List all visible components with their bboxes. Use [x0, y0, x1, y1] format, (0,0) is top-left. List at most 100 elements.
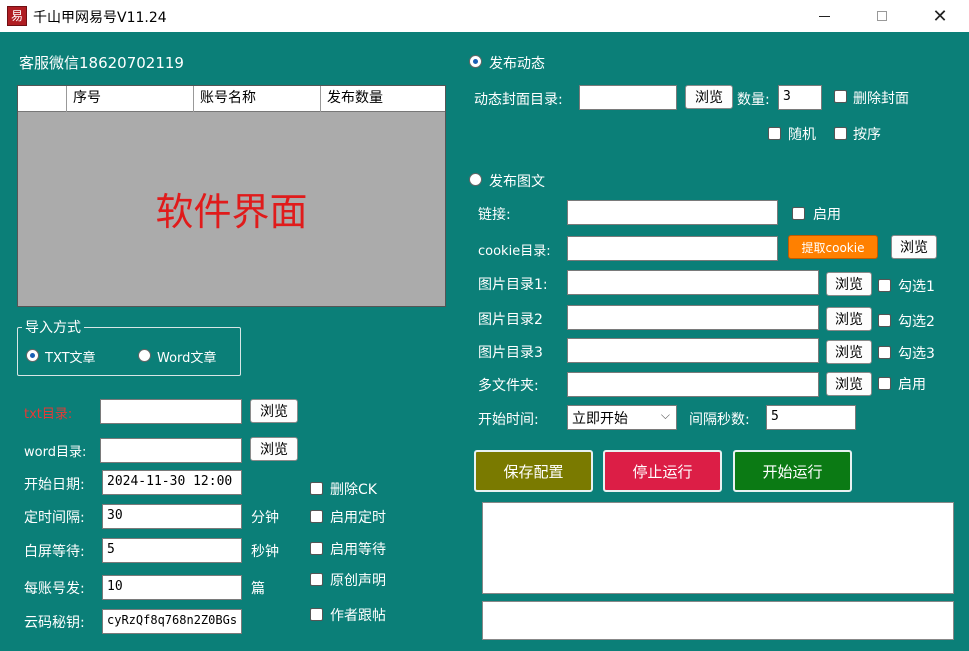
per-account-input[interactable]: 10: [102, 575, 242, 600]
delete-cover-checkbox[interactable]: [834, 90, 847, 103]
enable-wait-label: 启用等待: [330, 542, 386, 558]
stop-run-button[interactable]: 停止运行: [603, 450, 722, 492]
minimize-icon: [818, 15, 830, 17]
check-3-label: 勾选3: [898, 346, 935, 362]
interval-label: 定时间隔:: [24, 510, 85, 526]
interval-seconds-input[interactable]: 5: [766, 405, 856, 430]
wait-label: 白屏等待:: [24, 544, 85, 560]
per-account-unit: 篇: [251, 581, 265, 597]
enable-timer-checkbox[interactable]: [310, 510, 323, 523]
txt-dir-browse-button[interactable]: 浏览: [250, 399, 298, 423]
image-dir-3-browse-button[interactable]: 浏览: [826, 340, 872, 364]
word-dir-browse-button[interactable]: 浏览: [250, 437, 298, 461]
count-input[interactable]: 3: [778, 85, 822, 110]
maximize-button[interactable]: [859, 0, 905, 32]
publish-dynamic-label: 发布动态: [489, 56, 545, 72]
publish-article-radio[interactable]: [469, 173, 482, 186]
count-label: 数量:: [737, 92, 770, 108]
txt-dir-input[interactable]: [100, 399, 242, 424]
per-account-label: 每账号发:: [24, 581, 85, 597]
publish-dynamic-radio[interactable]: [469, 55, 482, 68]
table-header-index[interactable]: 序号: [66, 86, 193, 112]
author-follow-checkbox[interactable]: [310, 608, 323, 621]
original-declaration-label: 原创声明: [330, 573, 386, 589]
import-method-legend: 导入方式: [22, 317, 84, 337]
image-dir-3-label: 图片目录3: [478, 345, 543, 361]
enable-timer-label: 启用定时: [330, 510, 386, 526]
wait-unit: 秒钟: [251, 544, 279, 560]
delete-ck-label: 删除CK: [330, 482, 377, 498]
table-header: 序号 账号名称 发布数量: [18, 86, 445, 112]
multi-folder-enable-label: 启用: [898, 377, 926, 393]
cookie-dir-input[interactable]: [567, 236, 778, 261]
image-dir-2-browse-button[interactable]: 浏览: [826, 307, 872, 331]
txt-dir-label: txt目录:: [24, 407, 73, 422]
link-input[interactable]: [567, 200, 778, 225]
txt-article-radio[interactable]: [26, 349, 39, 362]
wait-input[interactable]: 5: [102, 538, 242, 563]
close-icon: ✕: [932, 5, 948, 27]
random-checkbox[interactable]: [768, 127, 781, 140]
table-header-account-name[interactable]: 账号名称: [193, 86, 320, 112]
interval-input[interactable]: 30: [102, 504, 242, 529]
start-date-input[interactable]: 2024-11-30 12:00: [102, 470, 242, 495]
check-1-label: 勾选1: [898, 279, 935, 295]
chevron-down-icon: ⌵: [660, 408, 670, 422]
delete-ck-checkbox[interactable]: [310, 482, 323, 495]
table-header-publish-count[interactable]: 发布数量: [320, 86, 445, 112]
window-title: 千山甲网易号V11.24: [33, 10, 167, 26]
word-dir-label: word目录:: [24, 445, 87, 460]
interval-seconds-label: 间隔秒数:: [689, 412, 750, 428]
check-2-label: 勾选2: [898, 314, 935, 330]
image-dir-1-input[interactable]: [567, 270, 819, 295]
start-time-label: 开始时间:: [478, 412, 539, 428]
original-declaration-checkbox[interactable]: [310, 573, 323, 586]
multi-folder-input[interactable]: [567, 372, 819, 397]
random-label: 随机: [788, 127, 816, 143]
link-enable-checkbox[interactable]: [792, 207, 805, 220]
check-3-checkbox[interactable]: [878, 346, 891, 359]
start-date-label: 开始日期:: [24, 477, 85, 493]
cookie-dir-label: cookie目录:: [478, 244, 551, 259]
image-dir-2-input[interactable]: [567, 305, 819, 330]
multi-folder-browse-button[interactable]: 浏览: [826, 372, 872, 396]
image-dir-3-input[interactable]: [567, 338, 819, 363]
in-order-label: 按序: [853, 127, 881, 143]
save-config-button[interactable]: 保存配置: [474, 450, 593, 492]
enable-wait-checkbox[interactable]: [310, 542, 323, 555]
author-follow-label: 作者跟帖: [330, 608, 386, 624]
cookie-browse-button[interactable]: 浏览: [891, 235, 937, 259]
link-label: 链接:: [478, 207, 511, 223]
word-article-radio[interactable]: [138, 349, 151, 362]
image-dir-2-label: 图片目录2: [478, 312, 543, 328]
check-2-checkbox[interactable]: [878, 314, 891, 327]
image-dir-1-browse-button[interactable]: 浏览: [826, 272, 872, 296]
start-time-value: 立即开始: [572, 411, 628, 427]
multi-folder-label: 多文件夹:: [478, 378, 539, 394]
word-dir-input[interactable]: [100, 438, 242, 463]
start-run-button[interactable]: 开始运行: [733, 450, 852, 492]
title-bar: 易 千山甲网易号V11.24 ✕: [0, 0, 969, 32]
delete-cover-label: 删除封面: [853, 91, 909, 107]
extract-cookie-button[interactable]: 提取cookie: [788, 235, 878, 259]
cover-dir-input[interactable]: [579, 85, 677, 110]
captcha-key-label: 云码秘钥:: [24, 615, 85, 631]
log-output-area[interactable]: [482, 502, 954, 594]
in-order-checkbox[interactable]: [834, 127, 847, 140]
cover-dir-browse-button[interactable]: 浏览: [685, 85, 733, 109]
cover-dir-label: 动态封面目录:: [474, 92, 563, 108]
software-interface-watermark: 软件界面: [155, 190, 308, 234]
status-output-area[interactable]: [482, 601, 954, 640]
close-button[interactable]: ✕: [917, 0, 963, 32]
captcha-key-input[interactable]: cyRzQf8q768n2Z0BGs: [102, 609, 242, 634]
table-header-select[interactable]: [18, 86, 66, 112]
account-table[interactable]: 序号 账号名称 发布数量 软件界面: [17, 85, 446, 307]
start-time-select[interactable]: 立即开始 ⌵: [567, 405, 677, 430]
multi-folder-enable-checkbox[interactable]: [878, 377, 891, 390]
minimize-button[interactable]: [801, 0, 847, 32]
link-enable-label: 启用: [813, 207, 841, 223]
txt-article-label: TXT文章: [45, 351, 96, 366]
check-1-checkbox[interactable]: [878, 279, 891, 292]
service-contact: 客服微信18620702119: [19, 54, 184, 72]
app-icon: 易: [7, 6, 27, 26]
